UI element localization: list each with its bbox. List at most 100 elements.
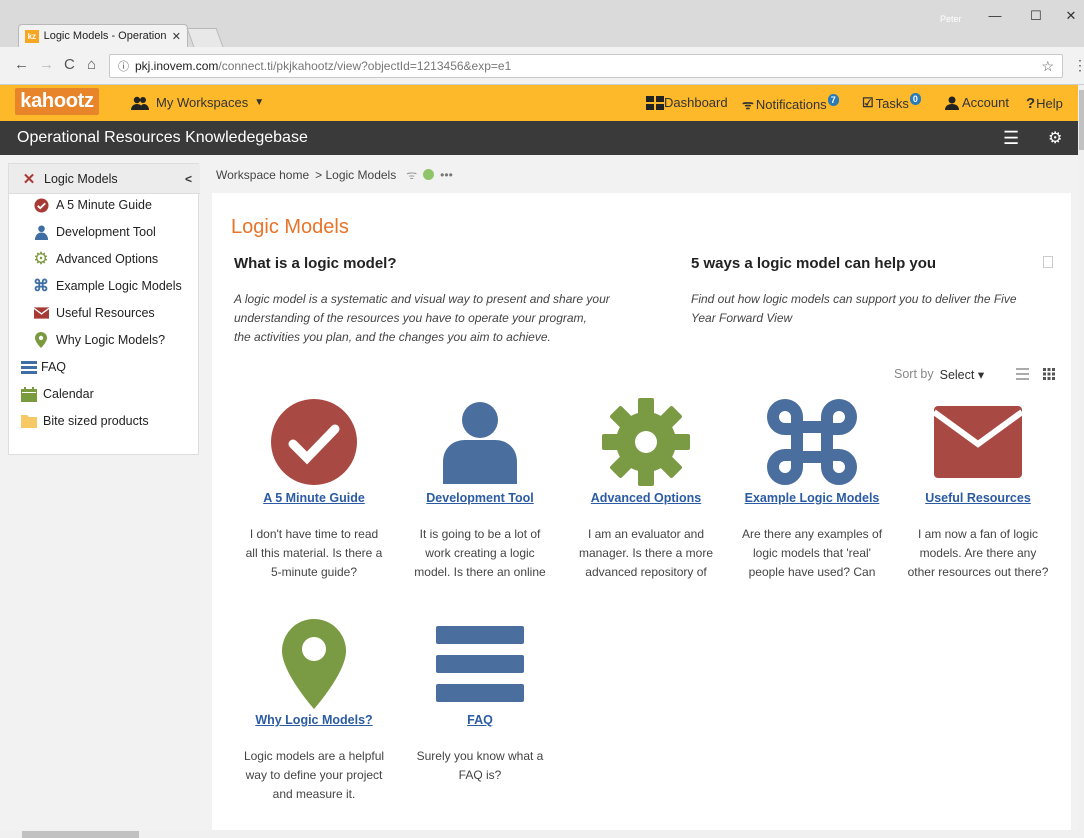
card-description: Logic models are a helpful way to define … [243, 749, 385, 801]
user-icon[interactable] [400, 397, 560, 487]
card-development-tool: Development Tool It is going to be a lot… [400, 397, 560, 582]
tasks-link[interactable]: ☑ Tasks 0 [862, 93, 921, 111]
sidebar-item-bite-sized-products[interactable]: Bite sized products [21, 413, 149, 429]
sidebar-item-faq[interactable]: FAQ [21, 359, 66, 375]
five-ways-heading: 5 ways a logic model can help you [691, 255, 937, 272]
home-icon[interactable]: ⌂ [87, 56, 96, 73]
account-link[interactable]: Account [945, 95, 1009, 110]
map-marker-icon[interactable] [234, 619, 394, 709]
forward-arrow-icon[interactable]: → [39, 56, 54, 73]
sidebar-item-why-logic-models[interactable]: Why Logic Models? [33, 332, 165, 348]
browser-menu-icon[interactable]: ⋮ [1073, 57, 1084, 74]
notifications-link[interactable]: ᯤ Notifications 7 [742, 94, 839, 113]
sidebar-item-label: Bite sized products [43, 414, 149, 428]
help-link[interactable]: ? Help [1026, 95, 1063, 112]
collapse-sidebar-icon[interactable]: < [185, 172, 192, 186]
list-view-icon[interactable] [1016, 368, 1029, 383]
horizontal-scrollbar[interactable] [0, 830, 1078, 838]
breadcrumb: Workspace home > Logic Models ᯤ ••• [216, 166, 453, 183]
card-link-why-logic-models[interactable]: Why Logic Models? [234, 713, 394, 727]
command-icon[interactable] [732, 397, 892, 487]
card-description: I don't have time to read all this materi… [245, 527, 383, 579]
card-description: Surely you know what a FAQ is? [416, 749, 544, 782]
sidebar-item-label: Advanced Options [56, 252, 159, 266]
grid-view-icon[interactable] [1043, 368, 1055, 383]
workspace-header: Operational Resources Knowledegebase ☰ ⚙ [0, 121, 1078, 155]
card-advanced-options: Advanced Options I am an evaluator and ma… [566, 397, 726, 582]
close-tab-icon[interactable]: ✕ [172, 30, 181, 43]
sidebar-item-label: Useful Resources [56, 306, 155, 320]
vertical-scroll-thumb[interactable] [1079, 90, 1084, 150]
reload-icon[interactable]: C [64, 56, 75, 73]
what-line: A logic model is a systematic and visual… [234, 292, 610, 306]
user-icon [945, 96, 959, 110]
maximize-icon[interactable]: ☐ [1021, 8, 1051, 24]
rss-icon: ᯤ [742, 97, 754, 112]
back-arrow-icon[interactable]: ← [14, 56, 29, 73]
sidebar-item-label: Why Logic Models? [56, 333, 166, 347]
card-link-5-minute-guide[interactable]: A 5 Minute Guide [234, 491, 394, 505]
page-title: Logic Models [231, 216, 349, 238]
horizontal-scroll-thumb[interactable] [22, 831, 139, 838]
dashboard-link[interactable]: Dashboard [646, 95, 728, 110]
five-line: Find out how logic models can support yo… [691, 292, 1017, 306]
card-link-useful-resources[interactable]: Useful Resources [898, 491, 1058, 505]
kahootz-favicon: kz [25, 29, 39, 43]
account-label: Account [962, 95, 1009, 110]
settings-gears-icon[interactable]: ⚙ [1048, 128, 1062, 148]
breadcrumb-home-link[interactable]: Workspace home [216, 168, 309, 182]
add-circle-icon[interactable] [423, 169, 435, 180]
card-link-example-logic-models[interactable]: Example Logic Models [732, 491, 892, 505]
browser-tab-strip: kz Logic Models - Operation ✕ Peter — ☐ … [0, 0, 1084, 47]
rss-icon[interactable]: ᯤ [406, 166, 417, 183]
url-path: /connect.ti/pkjkahootz/view?objectId=121… [218, 59, 512, 73]
check-circle-icon[interactable] [234, 397, 394, 487]
envelope-icon[interactable] [898, 397, 1058, 487]
sidebar-item-calendar[interactable]: Calendar [21, 386, 94, 402]
card-link-development-tool[interactable]: Development Tool [400, 491, 560, 505]
sidebar-item-useful-resources[interactable]: Useful Resources [33, 305, 155, 321]
vertical-scrollbar[interactable] [1078, 85, 1084, 838]
five-line: Year Forward View [691, 311, 793, 325]
hamburger-menu-icon[interactable]: ☰ [1003, 128, 1019, 149]
card-5-minute-guide: A 5 Minute Guide I don't have time to re… [234, 397, 394, 582]
kahootz-topbar: kahootz My Workspaces ▼ Dashboard ᯤ Noti… [0, 85, 1078, 121]
sidebar-item-logic-models[interactable]: ✕ Logic Models [21, 171, 118, 188]
more-dots-icon[interactable]: ••• [440, 168, 453, 182]
new-tab-button[interactable] [186, 28, 224, 47]
card-link-advanced-options[interactable]: Advanced Options [566, 491, 726, 505]
my-workspaces-label: My Workspaces [156, 95, 249, 110]
card-link-faq[interactable]: FAQ [400, 713, 560, 727]
breadcrumb-current[interactable]: > Logic Models [315, 168, 396, 182]
card-example-logic-models: Example Logic Models Are there any examp… [732, 397, 892, 582]
close-window-icon[interactable]: ✕ [1056, 8, 1084, 24]
sidebar-item-example-logic-models[interactable]: ⌘ Example Logic Models [33, 278, 182, 295]
sort-select[interactable]: Select ▾ [940, 367, 985, 382]
info-icon[interactable]: ⓘ [118, 58, 129, 74]
sidebar-item-5-minute-guide[interactable]: A 5 Minute Guide [33, 197, 152, 213]
sidebar-item-advanced-options[interactable]: ⚙ Advanced Options [33, 249, 159, 268]
tasks-count-badge: 0 [909, 93, 921, 105]
window-user-name: Peter [940, 14, 962, 24]
sidebar-item-label: FAQ [41, 360, 67, 374]
bookmark-star-icon[interactable]: ☆ [1041, 58, 1054, 75]
five-ways-description: Find out how logic models can support yo… [691, 290, 1017, 328]
sidebar-item-development-tool[interactable]: Development Tool [33, 224, 156, 240]
bars-icon[interactable] [400, 619, 560, 709]
gear-icon[interactable] [566, 397, 726, 487]
edit-icon[interactable] [1043, 256, 1053, 268]
address-toolbar: ← → C ⌂ ⓘ pkj.inovem.com/connect.ti/pkjk… [0, 47, 1084, 85]
dashboard-icon [646, 95, 664, 110]
folder-icon [21, 413, 37, 429]
url-bar[interactable]: ⓘ pkj.inovem.com/connect.ti/pkjkahootz/v… [109, 54, 1063, 78]
minimize-icon[interactable]: — [980, 8, 1010, 23]
help-label: Help [1036, 96, 1063, 111]
kahootz-logo[interactable]: kahootz [15, 88, 99, 115]
notifications-count-badge: 7 [827, 94, 839, 106]
sidebar-item-label: Logic Models [44, 172, 118, 186]
sort-control[interactable]: Sort by Select ▾ [894, 367, 984, 382]
browser-tab[interactable]: kz Logic Models - Operation ✕ [18, 24, 188, 47]
card-why-logic-models: Why Logic Models? Logic models are a hel… [234, 619, 394, 804]
my-workspaces-menu[interactable]: My Workspaces ▼ [130, 95, 264, 110]
envelope-icon [33, 305, 49, 321]
